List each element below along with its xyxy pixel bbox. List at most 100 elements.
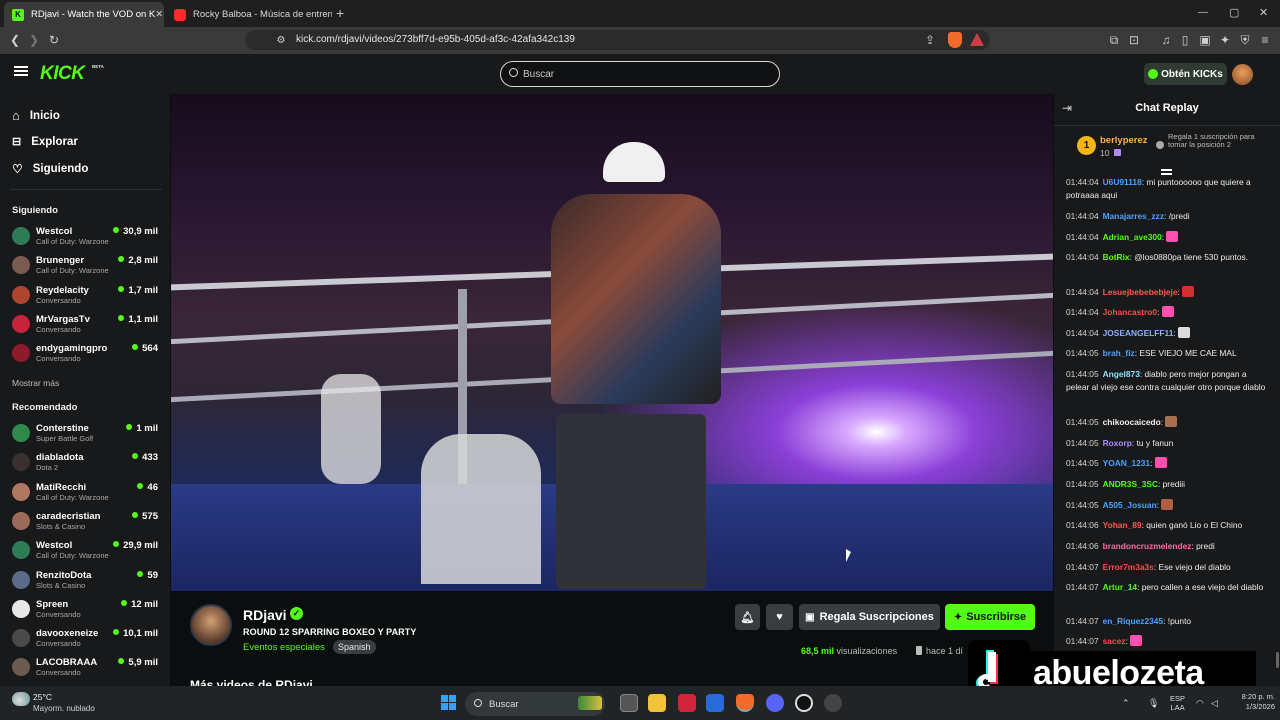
media-icon[interactable]: ♫ [1158,32,1174,48]
subscribe-button[interactable]: ✦ Suscribirse [945,604,1035,630]
browser-tab-active[interactable]: K RDjavi - Watch the VOD on K ✕ [4,2,164,27]
chat-username[interactable]: JOSEANGELFF11 [1103,328,1174,338]
maximize-button[interactable]: ▢ [1229,6,1239,19]
app-icon[interactable] [706,694,724,712]
brave-rewards-icon[interactable] [970,33,984,46]
sidebar-toggle-icon[interactable]: ▯ [1177,32,1193,48]
volume-icon[interactable]: ◁ [1211,698,1218,709]
chat-username[interactable]: brah_fiz [1103,348,1135,358]
gift-subs-button[interactable]: ▣ Regala Suscripciones [799,604,940,630]
menu-icon[interactable]: ≡ [1257,32,1273,48]
channel-category: Call of Duty: Warzone [36,266,109,276]
chat-username[interactable]: Lesuejbebebebjeje [1103,287,1178,297]
wallet-icon[interactable]: ▣ [1197,32,1213,48]
viewer-count: 575 [132,511,158,522]
kick-logo[interactable]: KICK [40,63,85,85]
top-gifter-name[interactable]: berlyperez [1100,135,1148,146]
chat-username[interactable]: ANDR3S_3SC [1103,479,1158,489]
sidebar-channel[interactable]: Westcol Call of Duty: Warzone 29,9 mil [12,539,160,567]
nav-explore[interactable]: ⊟ Explorar [12,135,78,149]
close-tab-icon[interactable]: ✕ [155,9,163,20]
chat-username[interactable]: Error7m3a3s [1103,562,1154,572]
notification-bell-button[interactable]: 🔔︎ [735,604,760,630]
chat-username[interactable]: en_Riquez2345 [1103,616,1164,626]
close-window-button[interactable]: ✕ [1259,6,1268,19]
channel-name[interactable]: RDjavi [243,607,287,623]
chat-username[interactable]: A505_Josuan [1103,500,1157,510]
language-tag[interactable]: Spanish [333,640,376,654]
view-count: 68,5 mil visualizaciones [801,646,897,656]
chat-username[interactable]: sacez [1103,636,1126,646]
minimize-button[interactable]: — [1198,7,1208,18]
tray-chevron-icon[interactable]: ⌃ [1122,698,1130,709]
app-icon[interactable] [678,694,696,712]
user-avatar[interactable] [1232,64,1253,85]
app-icon[interactable] [824,694,842,712]
obs-icon[interactable] [795,694,813,712]
mic-icon[interactable]: 🎙︎ [1148,698,1159,709]
sidebar-channel[interactable]: diabladota Dota 2 433 [12,451,160,479]
back-icon[interactable]: ❮ [7,32,23,48]
sidebar-channel[interactable]: Westcol Call of Duty: Warzone 30,9 mil [12,225,160,253]
clock[interactable]: 8:20 p. m. 1/3/2026 [1227,692,1275,712]
category-link[interactable]: Eventos especiales [243,642,325,653]
screenshot-icon[interactable]: ⊡ [1126,32,1142,48]
extensions-icon[interactable]: ⧉ [1106,32,1122,48]
wifi-icon[interactable]: ◠ [1196,698,1204,709]
windows-start-icon[interactable] [441,695,456,710]
vpn-icon[interactable]: ⛨ [1237,32,1253,48]
browser-tab[interactable]: Rocky Balboa - Música de entrenam [166,2,332,27]
chat-username[interactable]: Angel873 [1103,369,1140,379]
chat-username[interactable]: YOAN_1231 [1103,458,1151,468]
url-text[interactable]: kick.com/rdjavi/videos/273bff7d-e95b-405… [296,34,575,45]
sidebar-channel[interactable]: endygamingpro Conversando 564 [12,342,160,370]
chat-username[interactable]: Yohan_89 [1103,520,1142,530]
sidebar-channel[interactable]: Brunenger Call of Duty: Warzone 2,8 mil [12,254,160,282]
reload-icon[interactable]: ↻ [46,32,62,48]
chat-username[interactable]: U6U91118 [1103,177,1142,187]
channel-avatar[interactable] [190,604,232,646]
pinned-icon[interactable] [1161,169,1172,175]
brave-browser-icon[interactable] [736,694,754,712]
sidebar-channel[interactable]: Conterstine Super Battle Golf 1 mil [12,422,160,450]
discord-icon[interactable] [766,694,784,712]
show-more-link[interactable]: Mostrar más [12,378,59,388]
chat-username[interactable]: BotRix [1103,252,1130,262]
chat-message: 01:44:04 JOSEANGELFF11: [1066,327,1266,340]
brave-shield-icon[interactable] [948,32,962,48]
chat-username[interactable]: Manajarres_zzz [1103,211,1164,221]
sidebar-channel[interactable]: MrVargasTv Conversando 1,1 mil [12,313,160,341]
video-player[interactable] [171,94,1053,591]
language-indicator[interactable]: ESP LAA [1170,694,1185,712]
nav-following[interactable]: ♡ Siguiendo [12,162,88,176]
leo-ai-icon[interactable]: ✦ [1217,32,1233,48]
weather-icon[interactable] [12,692,30,706]
sidebar-channel[interactable]: davooxeneize Conversando 10,1 mil [12,627,160,655]
forward-icon[interactable]: ❯ [26,32,42,48]
chat-username[interactable]: chikoocaicedo [1103,417,1161,427]
chat-scrollbar[interactable] [1276,652,1279,668]
site-settings-icon[interactable]: ⚙ [273,33,289,49]
chat-username[interactable]: Johancastro0 [1103,307,1157,317]
sidebar-channel[interactable]: RenzitoDota Slots & Casino 59 [12,569,160,597]
sidebar-channel[interactable]: LACOBRAAA Conversando 5,9 mil [12,656,160,684]
file-explorer-icon[interactable] [648,694,666,712]
new-tab-button[interactable]: + [336,5,344,21]
chat-username[interactable]: Artur_14 [1103,582,1137,592]
sidebar-channel[interactable]: caradecristian Slots & Casino 575 [12,510,160,538]
task-view-icon[interactable] [620,694,638,712]
gift-promo-text[interactable]: Regala 1 suscripción para tomar la posic… [1168,133,1258,149]
chat-username[interactable]: Adrian_ave300 [1103,232,1162,242]
sidebar-channel[interactable]: Reydelacity Conversando 1,7 mil [12,284,160,312]
hamburger-menu-icon[interactable] [14,66,28,68]
share-icon[interactable]: ⇪ [922,32,938,48]
follow-heart-button[interactable]: ♥ [766,604,793,630]
get-kicks-button[interactable]: Obtén KICKs [1144,63,1227,85]
sidebar-channel[interactable]: MatiRecchi Call of Duty: Warzone 46 [12,481,160,509]
chat-username[interactable]: Roxorp [1103,438,1132,448]
nav-home[interactable]: ⌂ Inicio [12,108,60,123]
weather-temp[interactable]: 25°C [33,692,52,702]
channel-name: Conterstine [36,423,89,434]
chat-username[interactable]: brandoncruzmelendez [1103,541,1192,551]
sidebar-channel[interactable]: Spreen Conversando 12 mil [12,598,160,626]
